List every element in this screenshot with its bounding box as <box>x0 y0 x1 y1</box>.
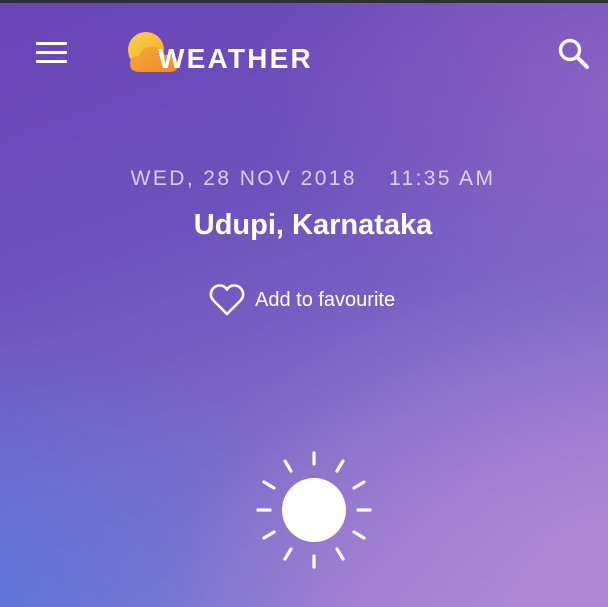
hamburger-menu-icon-bar <box>36 42 67 45</box>
time-text: 11:35 AM <box>388 167 496 190</box>
search-button[interactable] <box>556 36 592 72</box>
date-time-row: WED, 28 NOV 2018 11:35 AM <box>0 167 608 191</box>
location-title: Udupi, Karnataka <box>193 209 433 241</box>
menu-button[interactable] <box>34 40 70 66</box>
favourite-label: Add to favourite <box>255 288 396 311</box>
add-favourite-button[interactable]: Add to favourite <box>208 282 395 318</box>
date-text: WED, 28 NOV 2018 <box>130 167 357 190</box>
hamburger-menu-icon-bar <box>36 60 67 63</box>
sun-icon <box>256 451 372 569</box>
search-icon <box>558 38 589 69</box>
weather-screen: WEATHER WED, 28 NOV 2018 11:35 AM Udupi, … <box>0 0 608 607</box>
app-logo: WEATHER <box>126 30 336 78</box>
hamburger-menu-icon-bar <box>36 51 67 54</box>
logo-text: WEATHER <box>158 43 313 74</box>
heart-outline-icon <box>209 284 245 316</box>
top-edge-divider <box>0 0 608 3</box>
